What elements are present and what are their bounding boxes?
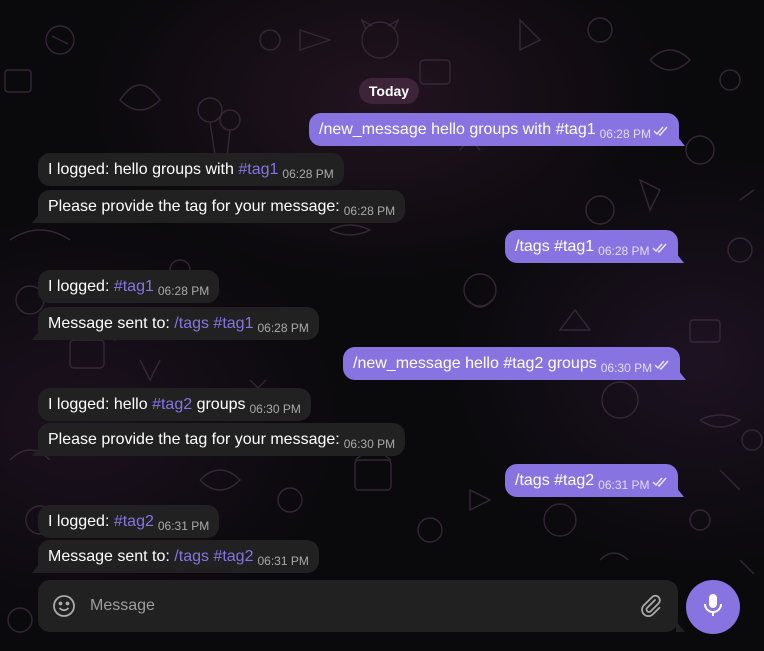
message-composer bbox=[38, 580, 685, 632]
command-link[interactable]: /tags #tag1 bbox=[174, 315, 253, 332]
message-time: 06:28 PM bbox=[282, 167, 334, 181]
message-text: I logged: hello groups with bbox=[48, 161, 239, 178]
message-time: 06:28 PM bbox=[598, 244, 650, 258]
message-time: 06:31 PM bbox=[257, 554, 309, 568]
outgoing-message[interactable]: /new_message hello #tag2 groups 06:30 PM bbox=[343, 347, 687, 382]
command-link[interactable]: /tags #tag2 bbox=[174, 548, 253, 565]
message-text: /tags #tag1 bbox=[515, 238, 595, 255]
outgoing-message[interactable]: /tags #tag2 06:31 PM bbox=[505, 464, 684, 499]
message-time: 06:31 PM bbox=[157, 519, 210, 533]
chat-area: Today /new_message hello groups with #ta… bbox=[0, 0, 764, 651]
smile-icon[interactable] bbox=[52, 594, 76, 618]
message-text: /tags #tag2 bbox=[515, 472, 595, 489]
incoming-message[interactable]: I logged: #tag1 06:28 PM bbox=[38, 270, 220, 303]
outgoing-message[interactable]: /new_message hello groups with #tag1 06:2… bbox=[309, 113, 685, 148]
double-check-icon bbox=[654, 349, 670, 382]
outgoing-message[interactable]: /tags #tag1 06:28 PM bbox=[505, 230, 684, 265]
double-check-icon bbox=[653, 115, 669, 148]
hashtag-link[interactable]: #tag1 bbox=[238, 161, 278, 178]
incoming-message[interactable]: Please provide the tag for your message:… bbox=[31, 190, 406, 223]
message-text: Message sent to: bbox=[48, 315, 175, 332]
incoming-message[interactable]: Please provide the tag for your message:… bbox=[31, 423, 406, 456]
message-time: 06:28 PM bbox=[343, 204, 396, 218]
message-text: I logged: bbox=[48, 278, 114, 295]
incoming-message[interactable]: I logged: hello groups with #tag1 06:28 P… bbox=[38, 153, 344, 186]
double-check-icon bbox=[652, 466, 668, 499]
date-separator: Today bbox=[359, 78, 419, 104]
hashtag-link[interactable]: #tag2 bbox=[152, 396, 192, 413]
paperclip-icon[interactable] bbox=[639, 594, 663, 618]
message-text-suffix: groups bbox=[192, 396, 246, 413]
hashtag-link[interactable]: #tag1 bbox=[114, 278, 154, 295]
message-time: 06:28 PM bbox=[599, 127, 651, 141]
message-time: 06:30 PM bbox=[343, 437, 396, 451]
message-input[interactable] bbox=[90, 590, 620, 622]
hashtag-link[interactable]: #tag2 bbox=[114, 513, 154, 530]
microphone-button[interactable] bbox=[686, 580, 740, 634]
message-text: /new_message hello groups with #tag1 bbox=[319, 121, 596, 138]
double-check-icon bbox=[652, 232, 668, 265]
message-text: I logged: bbox=[48, 513, 114, 530]
message-text: Please provide the tag for your message: bbox=[48, 198, 340, 215]
message-time: 06:30 PM bbox=[249, 402, 301, 416]
incoming-message[interactable]: I logged: hello #tag2 groups 06:30 PM bbox=[38, 388, 311, 421]
message-text: Message sent to: bbox=[48, 548, 175, 565]
message-text: /new_message hello #tag2 groups bbox=[353, 355, 597, 372]
incoming-message[interactable]: Message sent to: /tags #tag2 06:31 PM bbox=[32, 540, 319, 573]
incoming-message[interactable]: I logged: #tag2 06:31 PM bbox=[38, 505, 220, 538]
message-time: 06:31 PM bbox=[598, 478, 650, 492]
message-time: 06:28 PM bbox=[257, 321, 309, 335]
message-time: 06:28 PM bbox=[157, 284, 210, 298]
message-text: Please provide the tag for your message: bbox=[48, 431, 340, 448]
message-time: 06:30 PM bbox=[600, 361, 653, 375]
microphone-icon bbox=[702, 592, 724, 623]
message-text: I logged: hello bbox=[48, 396, 153, 413]
incoming-message[interactable]: Message sent to: /tags #tag1 06:28 PM bbox=[32, 307, 319, 340]
